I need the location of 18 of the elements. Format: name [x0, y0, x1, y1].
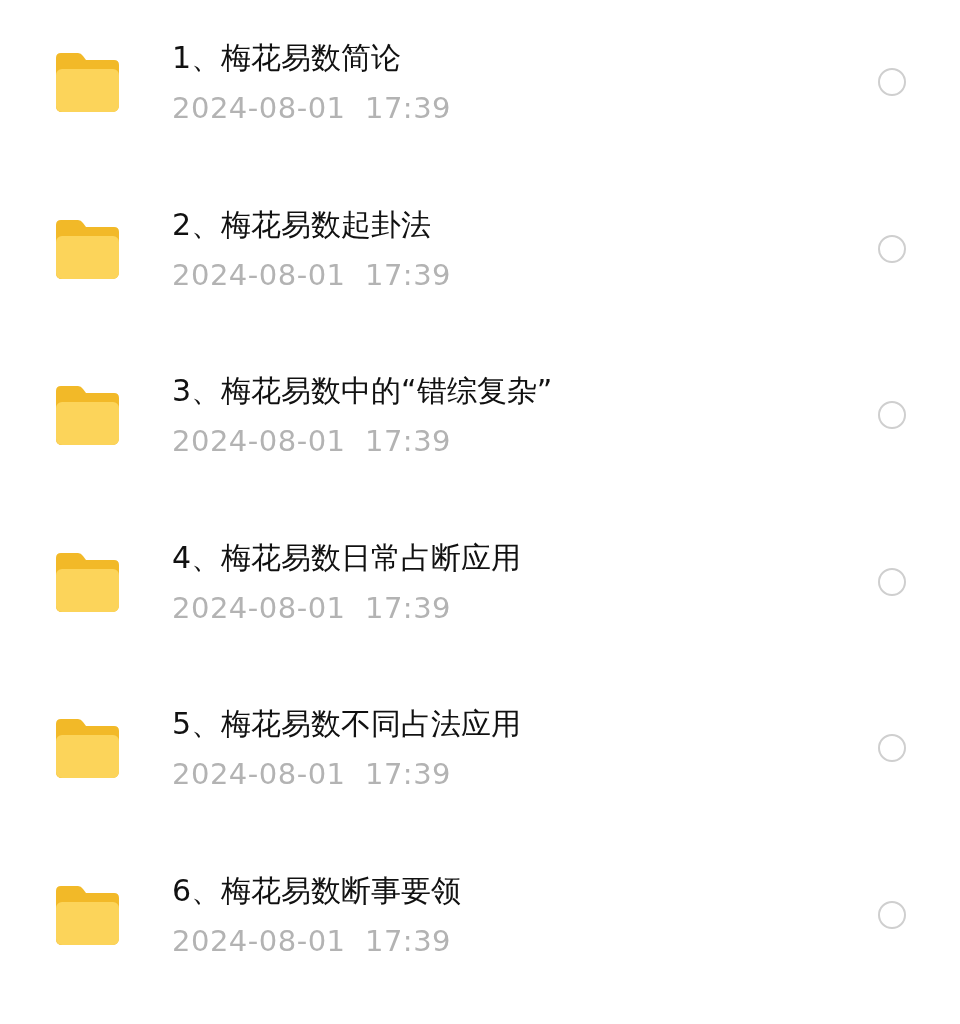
folder-name: 4、梅花易数日常占断应用: [172, 538, 523, 577]
folder-name: 1、梅花易数简论: [172, 39, 403, 77]
select-radio[interactable]: [878, 401, 906, 430]
folder-name: 2、梅花易数起卦法: [172, 205, 433, 244]
modified-date: 2024-08-01 17:39: [172, 90, 453, 127]
folder-name: 3、梅花易数中的“错综复杂”: [172, 372, 554, 411]
select-radio[interactable]: [878, 234, 906, 263]
modified-date: 2024-08-01 17:39: [172, 423, 453, 461]
select-radio[interactable]: [878, 567, 906, 596]
select-radio[interactable]: [878, 734, 906, 763]
modified-date: 2024-08-01 17:39: [172, 256, 453, 294]
modified-date: 2024-08-01 17:39: [172, 589, 453, 627]
folder-name: 5、梅花易数不同占法应用: [172, 705, 523, 744]
modified-date: 2024-08-01 17:39: [172, 756, 453, 794]
select-radio[interactable]: [878, 900, 906, 929]
select-radio[interactable]: [878, 68, 906, 96]
modified-date: 2024-08-01 17:39: [172, 922, 453, 960]
folder-name: 6、梅花易数断事要领: [172, 871, 463, 910]
